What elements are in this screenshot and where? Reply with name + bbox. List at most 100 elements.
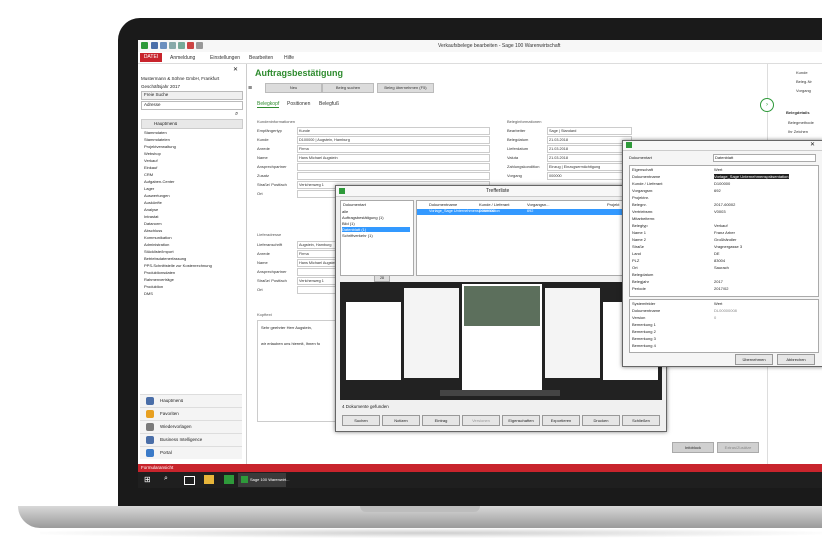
prop-value[interactable]: 692 bbox=[714, 188, 721, 193]
tree-item[interactable]: Kommunikation bbox=[144, 235, 172, 240]
doc-type-item[interactable]: Datenblatt (1) bbox=[342, 227, 410, 232]
table-icon[interactable] bbox=[169, 42, 176, 49]
field-input[interactable]: Hans Michael Augstein bbox=[297, 154, 490, 162]
tree-item[interactable]: Auswertungen bbox=[144, 193, 170, 198]
extras-button[interactable]: Extras/Zusätze bbox=[717, 442, 759, 453]
search-document-button[interactable]: Beleg suchen bbox=[322, 83, 374, 93]
nav-button[interactable]: Portal bbox=[140, 446, 242, 459]
prop-value[interactable]: DE bbox=[714, 251, 720, 256]
menu-hilfe[interactable]: Hilfe bbox=[284, 55, 294, 61]
tree-item[interactable]: Auskünfte bbox=[144, 200, 162, 205]
prop-value[interactable]: D100000 bbox=[714, 181, 730, 186]
cancel-button[interactable]: Abbrechen bbox=[777, 354, 815, 365]
folder-icon[interactable] bbox=[204, 475, 214, 484]
prop-value[interactable]: 2017-60002 bbox=[714, 202, 735, 207]
menu-datei[interactable]: DATEI bbox=[140, 53, 162, 62]
pin-icon[interactable]: ✕ bbox=[233, 66, 238, 73]
doc-type-item[interactable]: Bild (1) bbox=[342, 221, 410, 226]
field-input[interactable]: 21.03.2018 bbox=[547, 154, 632, 162]
system-prop-value[interactable]: 0 bbox=[714, 315, 716, 320]
tree-item[interactable]: Administration bbox=[144, 242, 169, 247]
field-input[interactable]: Firma bbox=[297, 145, 490, 153]
taskbar-app[interactable]: Sage 100 Warenwirt... bbox=[238, 473, 289, 487]
sage-icon[interactable] bbox=[224, 475, 234, 484]
field-input[interactable]: 21.03.2018 bbox=[547, 136, 632, 144]
tree-item[interactable]: Aufgaben-Center bbox=[144, 179, 174, 184]
tree-item[interactable]: Analyse bbox=[144, 207, 158, 212]
new-button[interactable]: Neu bbox=[265, 83, 322, 93]
infoblock-button[interactable]: Infoblock bbox=[672, 442, 714, 453]
windows-start-icon[interactable]: ⊞ bbox=[144, 475, 153, 484]
settings-icon[interactable] bbox=[196, 42, 203, 49]
tree-item[interactable]: Projektverwaltung bbox=[144, 144, 176, 149]
prop-value[interactable]: 83004 bbox=[714, 258, 725, 263]
main-menu-header[interactable]: Hauptmenü bbox=[141, 119, 243, 129]
nav-button[interactable]: Favoriten bbox=[140, 407, 242, 420]
thumbnail-strip[interactable] bbox=[440, 390, 560, 396]
tree-item[interactable]: Rahmenverträge bbox=[144, 277, 174, 282]
dialog-button[interactable]: Exportieren bbox=[542, 415, 580, 426]
menu-einstellungen[interactable]: Einstellungen bbox=[210, 55, 240, 61]
search-icon[interactable]: ⌕ bbox=[235, 111, 238, 118]
dokumentart-select[interactable]: Datenblatt bbox=[713, 154, 816, 162]
search-icon[interactable]: ⌕ bbox=[164, 475, 168, 483]
menu-bearbeiten[interactable]: Bearbeiten bbox=[249, 55, 273, 61]
dialog-button[interactable]: Drucken bbox=[582, 415, 620, 426]
prop-value[interactable]: Saurach bbox=[714, 265, 729, 270]
hamburger-icon[interactable]: ≡ bbox=[248, 85, 252, 92]
take-document-button[interactable]: Beleg übernehmen (F5) bbox=[377, 83, 434, 93]
task-view-icon[interactable] bbox=[184, 476, 195, 485]
tree-item[interactable]: Webshop bbox=[144, 151, 161, 156]
tab-belegfuss[interactable]: Belegfuß bbox=[319, 101, 339, 107]
prop-value[interactable]: Vragnergasse 3 bbox=[714, 244, 742, 249]
prop-value[interactable]: 2017/02 bbox=[714, 286, 728, 291]
menu-anmeldung[interactable]: Anmeldung bbox=[170, 55, 195, 61]
save-icon[interactable] bbox=[151, 42, 158, 49]
nav-button[interactable]: Hauptmenü bbox=[140, 394, 242, 407]
field-input[interactable]: Sage | Standard bbox=[547, 127, 632, 135]
dialog-button[interactable]: Versionen bbox=[462, 415, 500, 426]
dialog-button[interactable]: Eigenschaften bbox=[502, 415, 540, 426]
field-input[interactable]: Einzug | Einzugsermächtigung bbox=[547, 163, 632, 171]
dialog-button[interactable]: Schließen bbox=[622, 415, 660, 426]
expand-icon[interactable]: › bbox=[760, 98, 774, 112]
dialog-button[interactable]: Eintrag bbox=[422, 415, 460, 426]
tree-item[interactable]: Verkauf bbox=[144, 158, 158, 163]
field-input[interactable] bbox=[297, 163, 490, 171]
doc-type-item[interactable]: Auftragsbestätigung (1) bbox=[342, 215, 410, 220]
tree-item[interactable]: CRM bbox=[144, 172, 153, 177]
tree-item[interactable]: Produktion bbox=[144, 284, 163, 289]
tree-item[interactable]: Betriebsdatenerfassung bbox=[144, 256, 186, 261]
prop-value[interactable]: 2017 bbox=[714, 279, 723, 284]
print-icon[interactable] bbox=[160, 42, 167, 49]
nav-button[interactable]: Business Intelligence bbox=[140, 433, 242, 446]
tree-item[interactable]: Stückliste/Import bbox=[144, 249, 174, 254]
tree-item[interactable]: Datanorm bbox=[144, 221, 162, 226]
tree-item[interactable]: Produktionsdaten bbox=[144, 270, 175, 275]
doc-type-item[interactable]: Schriftverkehr (1) bbox=[342, 233, 410, 238]
field-input[interactable]: Kunde bbox=[297, 127, 490, 135]
dialog-button[interactable]: Suchen bbox=[342, 415, 380, 426]
search-input[interactable]: Adresse bbox=[141, 101, 243, 110]
tree-item[interactable]: DMS bbox=[144, 291, 153, 296]
tree-item[interactable]: Lager bbox=[144, 186, 154, 191]
search-mode-select[interactable]: Freie Suche bbox=[141, 91, 243, 100]
close-icon[interactable]: ✕ bbox=[810, 141, 815, 148]
prop-value[interactable]: Franz Arber bbox=[714, 230, 735, 235]
apply-button[interactable]: Übernehmen bbox=[735, 354, 773, 365]
field-input[interactable]: D100000 | Augstein, Hamburg bbox=[297, 136, 490, 144]
system-prop-value[interactable]: DL00000008 bbox=[714, 308, 737, 313]
field-input[interactable] bbox=[297, 172, 490, 180]
nav-button[interactable]: Wiedervorlagen bbox=[140, 420, 242, 433]
field-input[interactable]: 21.03.2018 bbox=[547, 145, 632, 153]
grid-icon[interactable] bbox=[178, 42, 185, 49]
tree-item[interactable]: Einkauf bbox=[144, 165, 157, 170]
document-preview[interactable] bbox=[340, 282, 662, 400]
tree-item[interactable]: PPS-Schnittstelle zur Kostenrechnung bbox=[144, 263, 212, 268]
prop-value[interactable]: Verkauf bbox=[714, 223, 728, 228]
prop-value[interactable]: Großhändler bbox=[714, 237, 736, 242]
prop-value[interactable]: V0003 bbox=[714, 209, 726, 214]
doc-type-item[interactable]: alle bbox=[342, 209, 410, 214]
tab-positionen[interactable]: Positionen bbox=[287, 101, 310, 107]
tree-item[interactable]: Abschluss bbox=[144, 228, 162, 233]
